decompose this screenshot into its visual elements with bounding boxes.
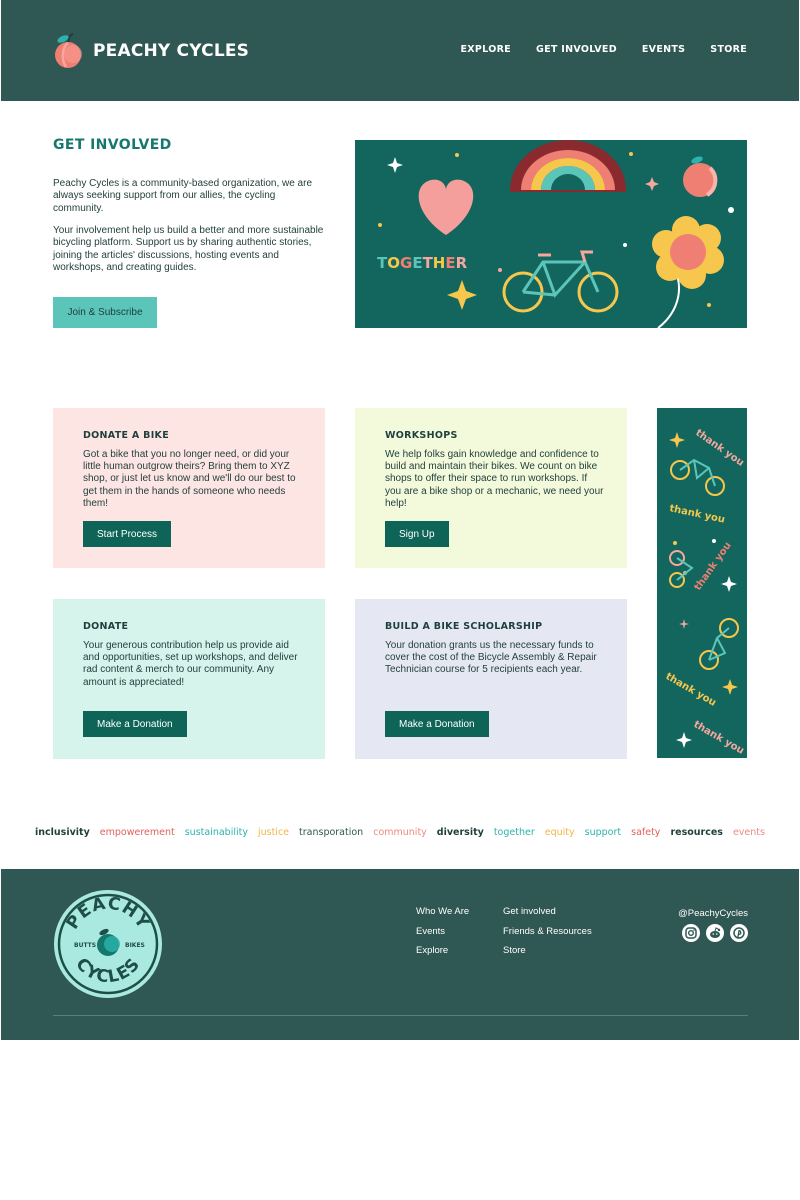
heart-icon <box>418 179 474 235</box>
sign-up-button[interactable]: Sign Up <box>385 521 449 547</box>
card-body: Got a bike that you no longer need, or d… <box>83 449 296 509</box>
tag-safety[interactable]: safety <box>631 827 660 838</box>
tag-together[interactable]: together <box>494 827 535 838</box>
card-title: BUILD A BIKE SCHOLARSHIP <box>385 621 543 632</box>
tag-sustainability[interactable]: sustainability <box>185 827 248 838</box>
peach-logo-icon <box>55 33 82 68</box>
footer-link-explore[interactable]: Explore <box>416 945 469 957</box>
values-tag-row: inclusivity empowerement sustainability … <box>35 827 765 838</box>
sparkle-icon <box>447 280 477 310</box>
involvement-paragraph: Your involvement help us build a better … <box>53 225 324 273</box>
sparkle-icon <box>387 157 403 173</box>
page-title: GET INVOLVED <box>53 137 172 153</box>
donate-card: DONATE Your generous contribution help u… <box>53 599 325 759</box>
tag-justice[interactable]: justice <box>258 827 289 838</box>
social-links <box>682 924 748 942</box>
nav-explore[interactable]: EXPLORE <box>461 44 511 55</box>
hero-illustration: TOGETHER <box>355 140 747 328</box>
footer-link-who-we-are[interactable]: Who We Are <box>416 906 469 918</box>
workshops-card: WORKSHOPS We help folks gain knowledge a… <box>355 408 627 568</box>
tag-diversity[interactable]: diversity <box>437 827 484 838</box>
bicycle-icon <box>669 550 694 588</box>
thank-you-text: thank you <box>692 719 746 757</box>
join-subscribe-button[interactable]: Join & Subscribe <box>53 297 157 328</box>
peachy-cycles-badge[interactable]: PEACHY CYCLES BUTTS BIKES <box>53 889 163 999</box>
tag-equity[interactable]: equity <box>545 827 575 838</box>
bicycle-icon <box>502 250 619 313</box>
site-logo[interactable]: PEACHY CYCLES <box>53 33 249 69</box>
tag-support[interactable]: support <box>585 827 621 838</box>
tag-empowerement[interactable]: empowerement <box>100 827 175 838</box>
flower-icon <box>652 216 724 328</box>
sparkle-icon <box>676 732 692 748</box>
sparkle-icon <box>645 177 659 191</box>
footer-link-get-involved[interactable]: Get involved <box>503 906 592 918</box>
tag-events[interactable]: events <box>733 827 765 838</box>
sparkle-icon <box>679 619 689 629</box>
thank-you-text: thank you <box>664 671 718 709</box>
footer-link-friends-resources[interactable]: Friends & Resources <box>503 926 592 938</box>
footer-link-store[interactable]: Store <box>503 945 592 957</box>
card-body: We help folks gain knowledge and confide… <box>385 449 604 509</box>
sparkle-icon <box>669 432 685 448</box>
social-handle: @PeachyCycles <box>678 908 748 919</box>
thank-you-banner: thank you thank you thank you thank you … <box>657 408 747 758</box>
card-title: DONATE A BIKE <box>83 430 169 441</box>
make-donation-button[interactable]: Make a Donation <box>83 711 187 737</box>
footer-divider <box>53 1015 748 1016</box>
peach-icon <box>683 156 718 197</box>
instagram-icon[interactable] <box>682 924 700 942</box>
card-title: WORKSHOPS <box>385 430 458 441</box>
sparkle-icon <box>722 679 738 695</box>
card-body: Your generous contribution help us provi… <box>83 640 298 688</box>
brand-name: PEACHY CYCLES <box>93 41 250 61</box>
tag-resources[interactable]: resources <box>670 827 723 838</box>
together-word: TOGETHER <box>377 254 468 272</box>
svg-text:BIKES: BIKES <box>125 942 145 949</box>
scholarship-card: BUILD A BIKE SCHOLARSHIP Your donation g… <box>355 599 627 759</box>
footer-links-secondary: Get involved Friends & Resources Store <box>503 906 592 957</box>
nav-store[interactable]: STORE <box>710 44 747 55</box>
scholarship-donation-button[interactable]: Make a Donation <box>385 711 489 737</box>
footer-link-events[interactable]: Events <box>416 926 469 938</box>
tag-inclusivity[interactable]: inclusivity <box>35 827 90 838</box>
footer-links-primary: Who We Are Events Explore <box>416 906 469 957</box>
site-header: PEACHY CYCLES EXPLORE GET INVOLVED EVENT… <box>1 0 799 101</box>
bicycle-icon <box>699 618 739 670</box>
nav-get-involved[interactable]: GET INVOLVED <box>536 44 617 55</box>
tag-transporation[interactable]: transporation <box>299 827 363 838</box>
thank-you-text: thank you <box>693 427 746 468</box>
bicycle-icon <box>670 458 725 496</box>
thank-you-text: thank you <box>668 503 725 525</box>
rainbow-icon <box>510 140 626 192</box>
card-title: DONATE <box>83 621 129 632</box>
intro-paragraph: Peachy Cycles is a community-based organ… <box>53 178 313 214</box>
start-process-button[interactable]: Start Process <box>83 521 172 547</box>
donate-bike-card: DONATE A BIKE Got a bike that you no lon… <box>53 408 325 568</box>
svg-text:BUTTS: BUTTS <box>74 942 96 949</box>
reddit-icon[interactable] <box>706 924 724 942</box>
sparkle-icon <box>721 576 737 592</box>
nav-events[interactable]: EVENTS <box>642 44 685 55</box>
card-body: Your donation grants us the necessary fu… <box>385 640 597 676</box>
tag-community[interactable]: community <box>373 827 427 838</box>
pinterest-icon[interactable] <box>730 924 748 942</box>
site-footer: PEACHY CYCLES BUTTS BIKES Who We Are Eve… <box>1 869 799 1040</box>
main-nav: EXPLORE GET INVOLVED EVENTS STORE <box>461 44 748 55</box>
